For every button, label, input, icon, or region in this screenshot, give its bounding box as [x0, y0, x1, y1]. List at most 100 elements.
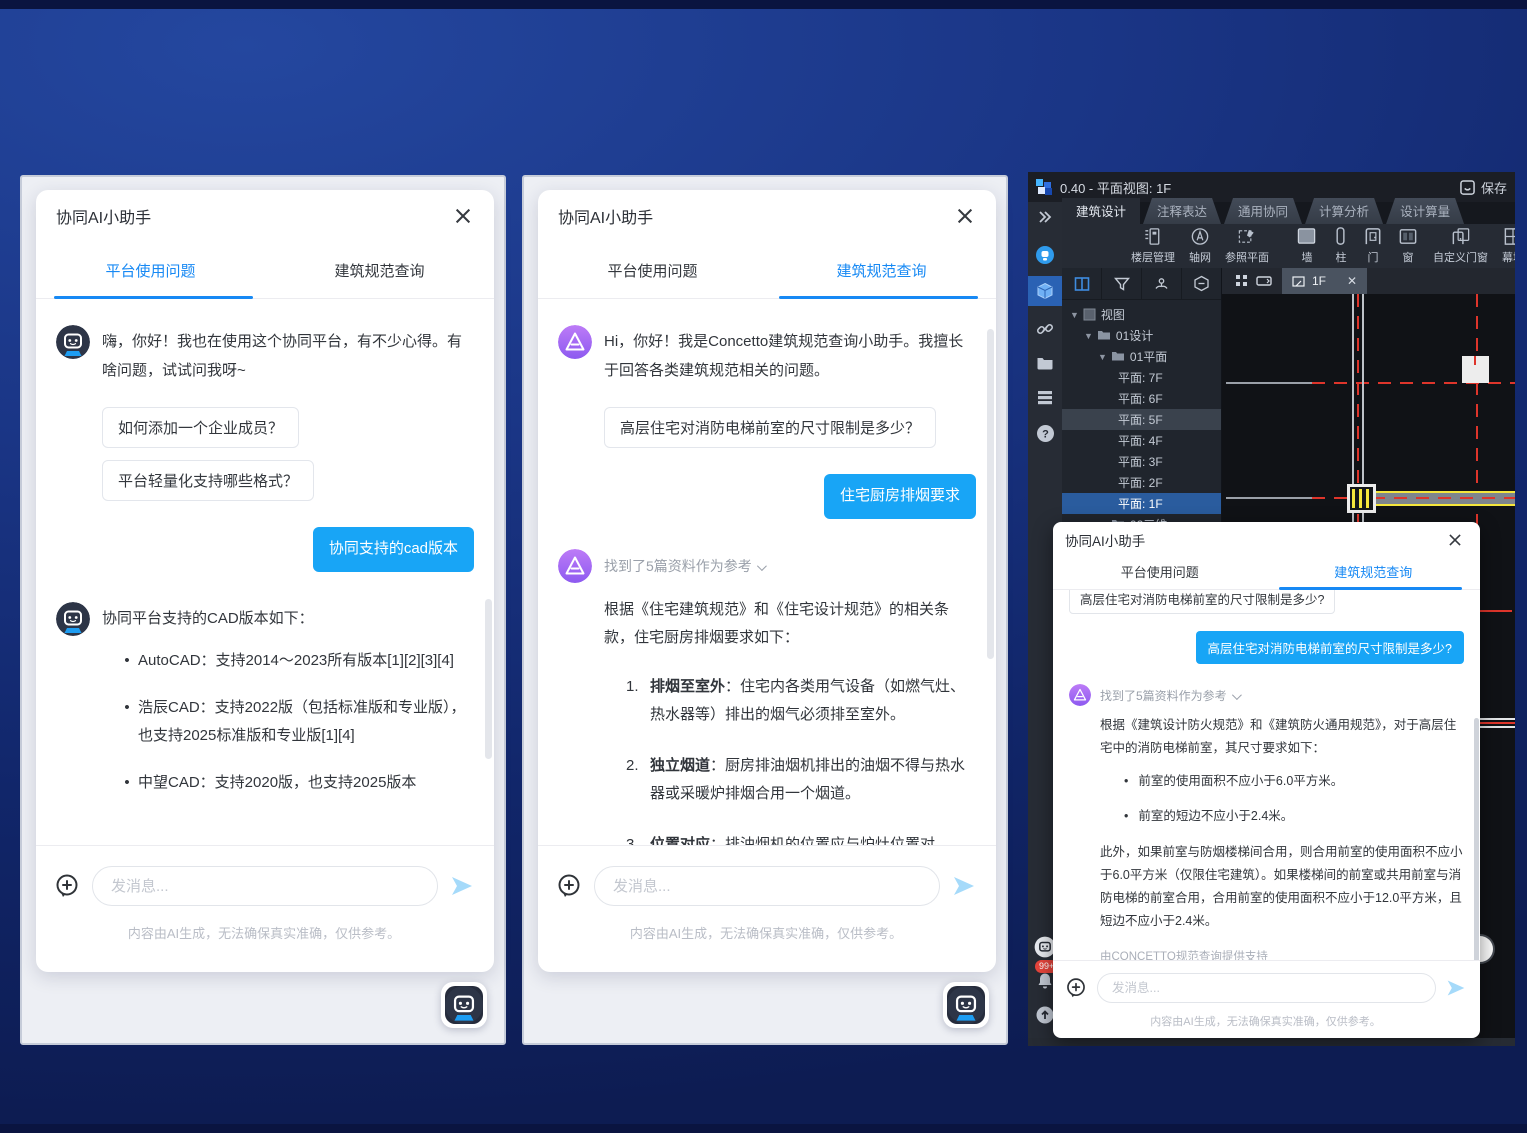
sources-toggle[interactable]: 找到了5篇资料作为参考 — [604, 556, 764, 576]
locate-button[interactable] — [1142, 268, 1182, 299]
scrollbar-thumb[interactable] — [1474, 718, 1479, 960]
cad-ai-chat-overlay: 协同AI小助手 平台使用问题 建筑规范查询 高层住宅对消防电梯前室的尺寸限制是多… — [1053, 522, 1480, 1038]
answer-bullet: 前室的短边不应小于2.4米。 — [1124, 805, 1464, 828]
view-tree: ▼ 视图 ▼ 01设计 ▼ 01平面 平面: 7F 平面: 6F 平面: 5F — [1062, 300, 1221, 535]
tree-root-views[interactable]: ▼ 视图 — [1062, 304, 1221, 325]
answer-item: 3. 位置对应：排油烟机的位置应与炉灶位置对 — [626, 831, 976, 846]
tree-item-plane-7f[interactable]: 平面: 7F — [1062, 367, 1221, 388]
send-icon[interactable] — [952, 874, 976, 898]
message-input[interactable] — [1097, 973, 1436, 1003]
bot-message: Hi，你好！我是Concetto建筑规范查询小助手。我擅长于回答各类建筑规范相关… — [604, 325, 976, 385]
chat-tabs: 平台使用问题 建筑规范查询 — [36, 242, 494, 299]
tree-folder-01plan[interactable]: ▼ 01平面 — [1062, 346, 1221, 367]
rail-layers-button[interactable] — [1028, 382, 1062, 412]
attach-plus-icon[interactable] — [556, 873, 582, 899]
bot-answer-intro: 根据《住宅建筑规范》和《住宅设计规范》的相关条款，住宅厨房排烟要求如下： — [604, 593, 976, 653]
panel-collapse-handle[interactable] — [1480, 934, 1495, 964]
grid-line-red — [1312, 497, 1352, 499]
suggestion-chip[interactable]: 如何添加一个企业成员？ — [102, 407, 299, 448]
tab-building-code[interactable]: 建筑规范查询 — [265, 242, 494, 298]
tab-building-code[interactable]: 建筑规范查询 — [767, 242, 996, 298]
close-icon[interactable] — [1448, 533, 1462, 547]
rail-assistant-button[interactable] — [1028, 240, 1062, 270]
tab-building-code[interactable]: 建筑规范查询 — [1267, 554, 1481, 589]
ai-assistant-fab[interactable] — [943, 982, 989, 1028]
message-input[interactable] — [92, 866, 438, 906]
wall-icon — [1295, 226, 1319, 247]
send-icon[interactable] — [450, 874, 474, 898]
suggestion-chip[interactable]: 高层住宅对消防电梯前室的尺寸限制是多少？ — [604, 407, 936, 448]
cloud-upload-icon — [1035, 1005, 1055, 1025]
bot-answer-intro: 协同平台支持的CAD版本如下： — [102, 602, 474, 634]
tree-item-plane-1f[interactable]: 平面: 1F — [1062, 493, 1221, 514]
tool-curtain-wall[interactable]: 幕墙 — [1495, 224, 1515, 268]
tool-column[interactable]: 柱 — [1326, 224, 1356, 268]
answer-bullet: AutoCAD：支持2014～2023所有版本[1][2][3][4] — [116, 647, 474, 676]
tool-window[interactable]: 窗 — [1390, 224, 1426, 268]
bot-avatar — [1069, 684, 1091, 706]
save-button[interactable]: 保存 — [1460, 178, 1507, 197]
tab-platform-usage[interactable]: 平台使用问题 — [538, 242, 767, 298]
tool-reference-plane[interactable]: 参照平面 — [1218, 224, 1276, 268]
grid-dots-icon[interactable] — [1236, 275, 1248, 287]
bot-answer-intro: 根据《建筑设计防火规范》和《建筑防火通用规范》，对于高层住宅中的消防电梯前室，其… — [1100, 714, 1464, 760]
close-tab-icon[interactable]: ✕ — [1347, 274, 1357, 288]
tool-floor-manager[interactable]: 楼层管理 — [1124, 224, 1182, 268]
rail-files-button[interactable] — [1028, 348, 1062, 378]
rail-expand-button[interactable] — [1028, 202, 1062, 232]
chat-tabs: 平台使用问题 建筑规范查询 — [1053, 554, 1480, 590]
send-icon[interactable] — [1446, 978, 1466, 998]
ai-assistant-fab[interactable] — [441, 982, 487, 1028]
suggestion-chip[interactable]: 高层住宅对消防电梯前室的尺寸限制是多少? — [1069, 590, 1335, 614]
rail-help-button[interactable]: ? — [1028, 418, 1062, 448]
tab-platform-usage[interactable]: 平台使用问题 — [36, 242, 265, 298]
browser-toolbar — [1062, 268, 1221, 300]
close-icon[interactable] — [956, 207, 974, 225]
double-chevron-right-icon — [1038, 211, 1052, 223]
tree-item-plane-5f[interactable]: 平面: 5F — [1062, 409, 1221, 430]
powered-by-note: 由CONCETTO规范查询提供支持 — [1100, 947, 1464, 960]
ribbon-tab-quantity[interactable]: 设计算量 — [1386, 198, 1464, 224]
model-box-button[interactable] — [1182, 268, 1221, 299]
answer-bullet: 浩辰CAD：支持2022版（包括标准版和专业版），也支持2025标准版和专业版[… — [116, 694, 474, 751]
tree-item-plane-3f[interactable]: 平面: 3F — [1062, 451, 1221, 472]
message-input[interactable] — [594, 866, 940, 906]
rail-link-button[interactable] — [1028, 314, 1062, 344]
tool-axis-grid[interactable]: 轴网 — [1182, 224, 1218, 268]
tree-item-plane-6f[interactable]: 平面: 6F — [1062, 388, 1221, 409]
wall-centerline — [1480, 722, 1515, 724]
ribbon-tab-annotation[interactable]: 注释表达 — [1143, 198, 1221, 224]
rail-model-button[interactable] — [1028, 276, 1062, 306]
document-tab-1f[interactable]: 1F ✕ — [1282, 268, 1367, 294]
scrollbar-thumb[interactable] — [485, 599, 492, 759]
sources-toggle[interactable]: 找到了5篇资料作为参考 — [1100, 687, 1239, 704]
switch-view-icon[interactable] — [1256, 275, 1272, 287]
tool-wall[interactable]: 墙 — [1288, 224, 1326, 268]
ribbon-tab-analysis[interactable]: 计算分析 — [1305, 198, 1383, 224]
tool-door[interactable]: 门 — [1356, 224, 1390, 268]
scrollbar-thumb[interactable] — [987, 329, 994, 659]
ribbon-tab-collaboration[interactable]: 通用协同 — [1224, 198, 1302, 224]
suggestion-chip[interactable]: 平台轻量化支持哪些格式？ — [102, 460, 314, 501]
tree-item-plane-4f[interactable]: 平面: 4F — [1062, 430, 1221, 451]
column-icon — [1333, 226, 1349, 247]
close-icon[interactable] — [454, 207, 472, 225]
custom-door-window-icon — [1449, 226, 1473, 247]
panel-layout-button[interactable] — [1062, 268, 1102, 299]
attach-plus-icon[interactable] — [1065, 977, 1087, 999]
tab-platform-usage[interactable]: 平台使用问题 — [1053, 554, 1267, 589]
axis-grid-icon — [1189, 226, 1211, 247]
chevron-down-icon — [1232, 690, 1242, 700]
floor-manager-icon — [1142, 226, 1164, 247]
list-icon — [1036, 388, 1054, 406]
ribbon-tab-architecture[interactable]: 建筑设计 — [1062, 198, 1140, 224]
filter-button[interactable] — [1102, 268, 1142, 299]
tree-item-plane-2f[interactable]: 平面: 2F — [1062, 472, 1221, 493]
tool-custom-door-window[interactable]: 自定义门窗 — [1426, 224, 1495, 268]
document-tabstrip: 1F ✕ — [1222, 268, 1515, 294]
chat-panel-platform: 协同AI小助手 平台使用问题 建筑规范查询 嗨，你好！我也在使用这个协同平台，有… — [20, 175, 506, 1045]
hexagon-box-icon — [1193, 275, 1210, 292]
attach-plus-icon[interactable] — [54, 873, 80, 899]
user-message-bubble: 住宅厨房排烟要求 — [824, 474, 976, 519]
tree-folder-01design[interactable]: ▼ 01设计 — [1062, 325, 1221, 346]
